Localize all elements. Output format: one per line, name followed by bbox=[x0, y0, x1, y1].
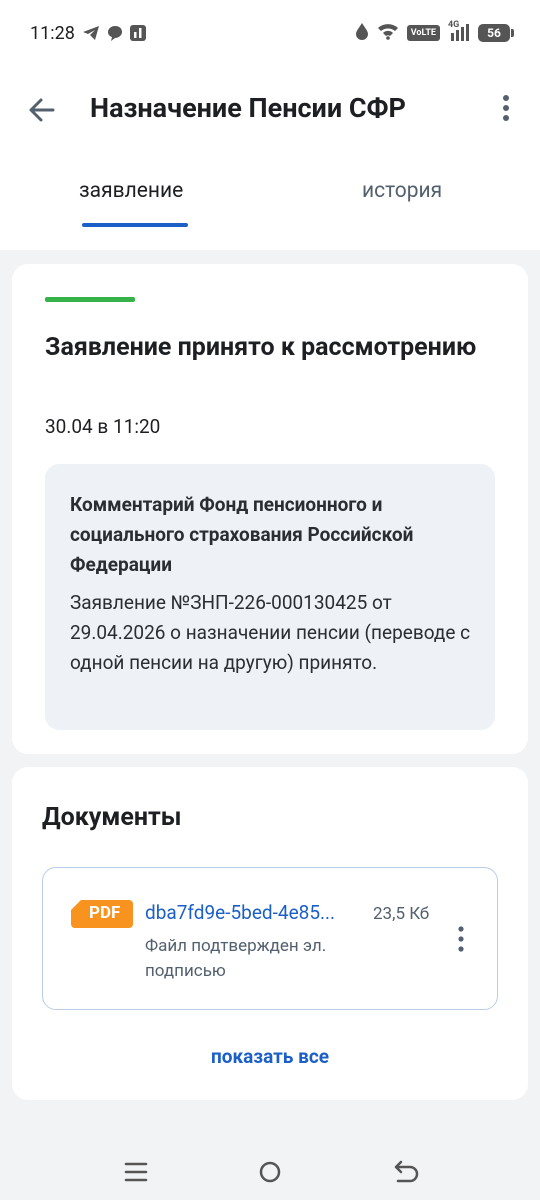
comment-title: Комментарий Фонд пенсионного и социально… bbox=[70, 493, 414, 576]
system-nav-bar bbox=[0, 1140, 540, 1200]
document-menu-button[interactable] bbox=[453, 924, 469, 954]
pdf-file-icon: PDF bbox=[71, 900, 133, 928]
status-title: Заявление принято к рассмотрению bbox=[45, 333, 477, 362]
status-time: 11:28 bbox=[30, 23, 75, 44]
documents-card: Документы PDF dba7fd9e-5bed-4e85... 23,5… bbox=[12, 767, 528, 1100]
documents-title: Документы bbox=[42, 803, 182, 832]
status-bar: 11:28 VoLTE 4G 56 bbox=[0, 0, 540, 68]
arrow-left-icon bbox=[29, 98, 55, 122]
back-nav-button[interactable] bbox=[390, 1156, 422, 1188]
tab-active-indicator bbox=[82, 223, 188, 227]
status-progress-bar bbox=[45, 297, 135, 302]
home-button[interactable] bbox=[254, 1156, 286, 1188]
telegram-icon bbox=[82, 24, 100, 46]
drop-icon bbox=[355, 22, 369, 44]
show-all-link[interactable]: показать все bbox=[12, 1045, 528, 1068]
recent-apps-button[interactable] bbox=[120, 1156, 152, 1188]
more-menu-button[interactable] bbox=[496, 94, 516, 124]
comment-box: Комментарий Фонд пенсионного и социально… bbox=[45, 464, 495, 730]
more-vertical-icon bbox=[458, 926, 464, 952]
return-icon bbox=[394, 1160, 419, 1183]
pdf-label: PDF bbox=[89, 903, 121, 923]
back-button[interactable] bbox=[26, 94, 58, 126]
tab-bar: заявление история bbox=[0, 165, 540, 229]
status-right-group: VoLTE 4G 56 bbox=[355, 20, 514, 44]
signal-icon: 4G bbox=[448, 20, 470, 42]
page-title: Назначение Пенсии СФР bbox=[90, 92, 406, 124]
chat-icon bbox=[106, 24, 124, 46]
app-bar: Назначение Пенсии СФР bbox=[0, 80, 540, 140]
circle-icon bbox=[259, 1161, 281, 1183]
battery-icon: 56 bbox=[478, 24, 514, 42]
wifi-icon bbox=[377, 22, 399, 44]
document-signature-note: Файл подтвержден эл. подписью bbox=[145, 936, 327, 981]
tab-history[interactable]: история bbox=[362, 179, 442, 203]
status-date: 30.04 в 11:20 bbox=[45, 415, 161, 438]
status-card: Заявление принято к рассмотрению 30.04 в… bbox=[12, 264, 528, 754]
comment-text: Заявление №ЗНП-226-000130425 от 29.04.20… bbox=[70, 591, 471, 674]
document-item[interactable]: PDF dba7fd9e-5bed-4e85... 23,5 Кб Файл п… bbox=[42, 867, 498, 1010]
menu-icon bbox=[124, 1162, 148, 1182]
tab-application[interactable]: заявление bbox=[79, 179, 183, 203]
app-icon bbox=[129, 24, 147, 46]
document-name-link[interactable]: dba7fd9e-5bed-4e85... bbox=[145, 901, 360, 924]
more-vertical-icon bbox=[503, 95, 509, 121]
volte-badge: VoLTE bbox=[406, 25, 440, 41]
document-size: 23,5 Кб bbox=[373, 904, 430, 924]
